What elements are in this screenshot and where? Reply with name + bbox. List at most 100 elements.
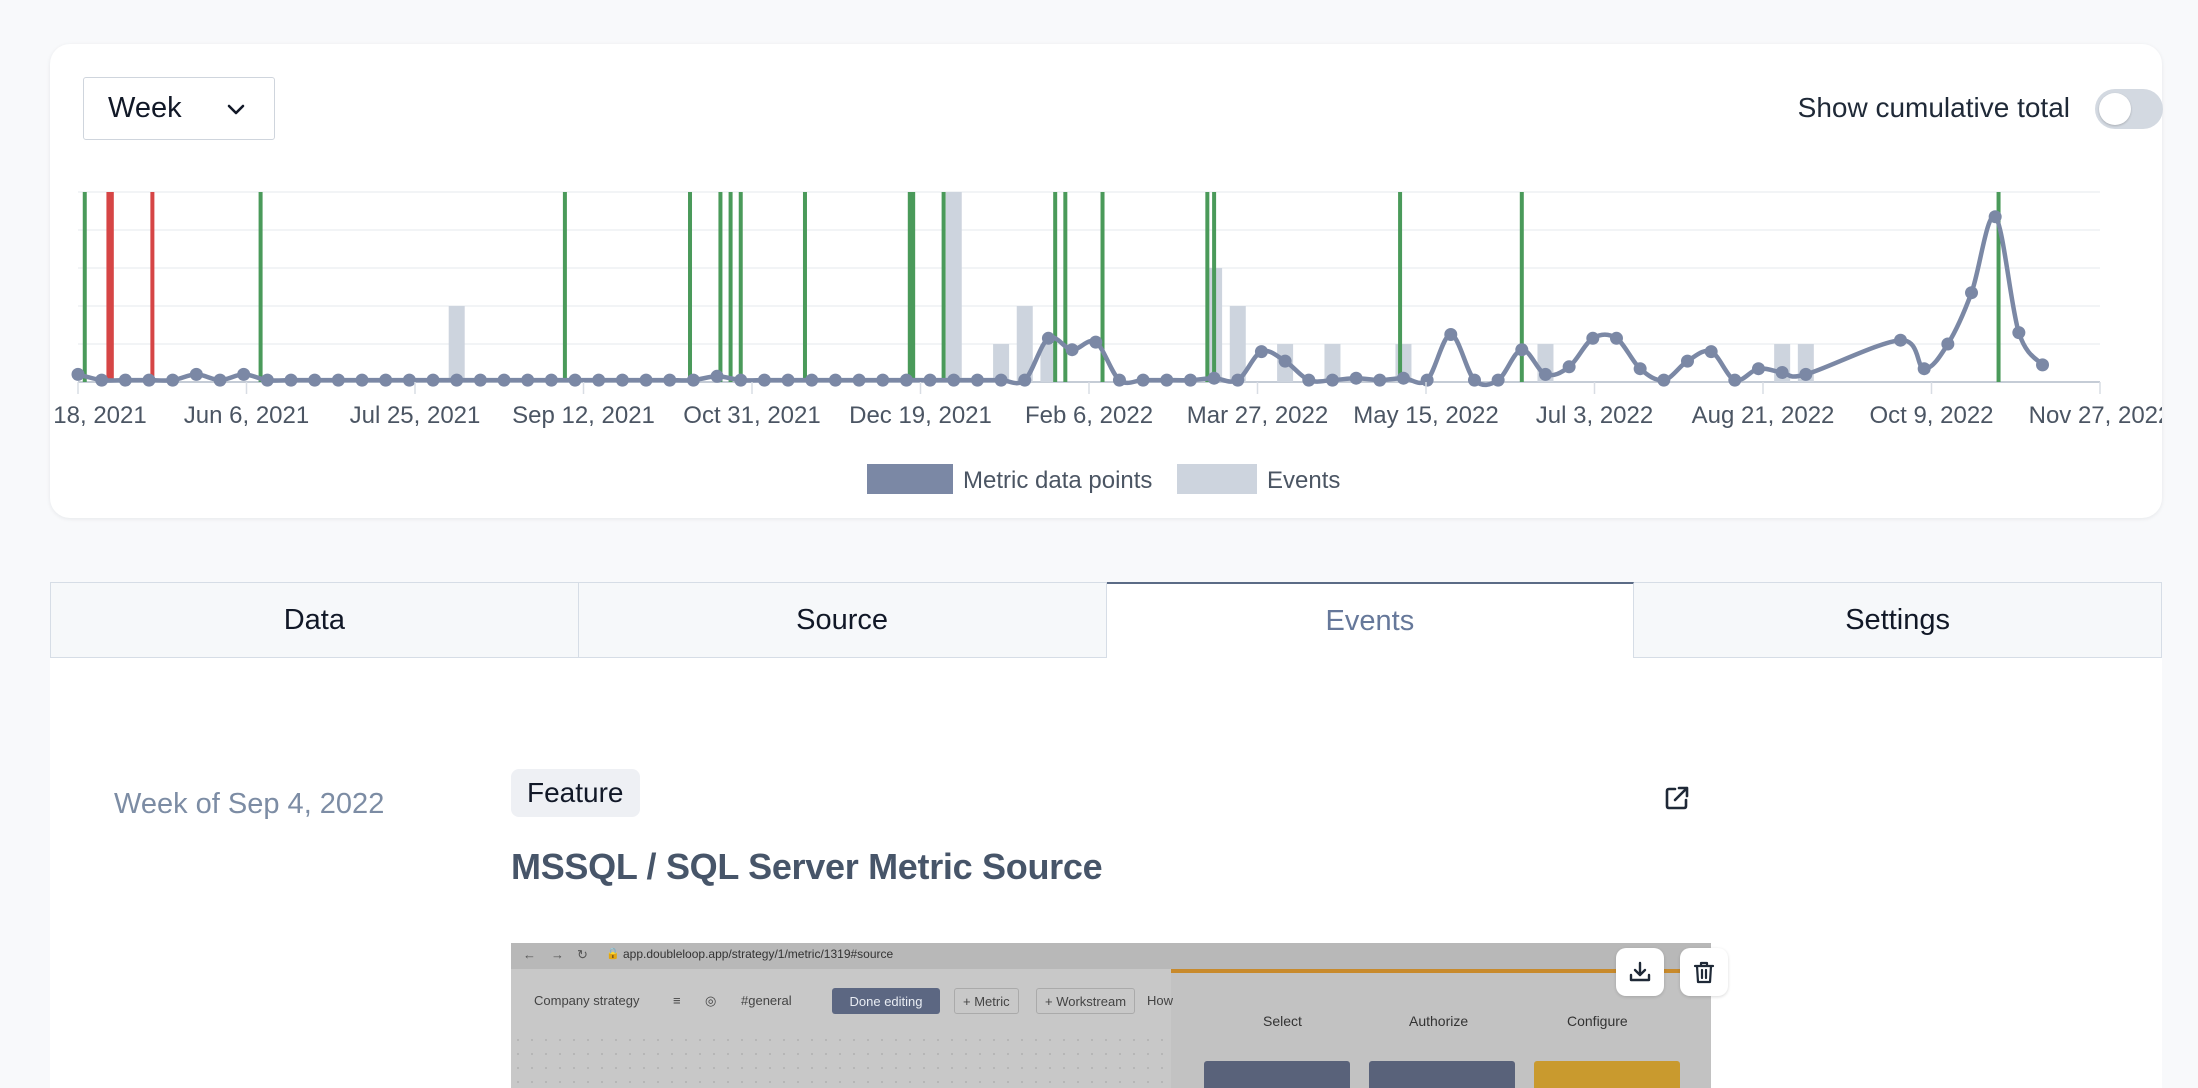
- metric-point: [1538, 367, 1552, 381]
- metric-point: [1112, 373, 1126, 387]
- metric-point: [1183, 373, 1197, 387]
- x-tick-label: Mar 27, 2022: [1187, 402, 1328, 429]
- screenshot-strategy-label: Company strategy: [534, 993, 640, 1008]
- event-bar: [448, 306, 465, 382]
- metric-point: [1444, 328, 1458, 341]
- x-tick-label: Oct 31, 2021: [683, 402, 820, 429]
- forward-icon: →: [551, 947, 564, 962]
- metric-point: [1041, 331, 1055, 345]
- event-week-label: Week of Sep 4, 2022: [114, 788, 385, 820]
- metric-point: [805, 373, 819, 387]
- chart-grid: [78, 191, 2100, 383]
- legend-swatch-metric: [867, 464, 953, 494]
- event-bar: [1229, 306, 1246, 382]
- metric-point: [260, 373, 274, 387]
- metric-point: [2012, 326, 2026, 340]
- screenshot-channel-label: #general: [741, 993, 792, 1008]
- metric-point: [1728, 373, 1742, 387]
- metric-point: [852, 373, 866, 387]
- event-bars: [448, 192, 1814, 382]
- metric-point: [142, 373, 156, 387]
- metric-point: [757, 373, 771, 387]
- tab-events[interactable]: Events: [1106, 582, 1635, 658]
- metric-point: [1349, 371, 1363, 385]
- metric-point: [592, 373, 606, 387]
- event-screenshot: ← → ↻ 🔒 app.doubleloop.app/strategy/1/me…: [511, 943, 1711, 1088]
- metric-point: [544, 373, 558, 387]
- metric-point: [1396, 371, 1410, 385]
- metric-point: [994, 373, 1008, 387]
- metric-point: [473, 373, 487, 387]
- event-type-badge: Feature: [511, 769, 640, 817]
- screenshot-option-2: [1369, 1061, 1515, 1088]
- metric-point: [284, 373, 298, 387]
- metric-point: [1680, 354, 1694, 368]
- metric-point: [970, 373, 984, 387]
- tab-data[interactable]: Data: [50, 582, 579, 658]
- metric-point: [1775, 366, 1789, 379]
- metric-point: [1751, 362, 1765, 376]
- metric-point: [1917, 362, 1931, 376]
- lock-icon: 🔒: [606, 948, 620, 960]
- legend-label-events: Events: [1267, 467, 1340, 494]
- screenshot-step-select: Select: [1263, 1013, 1302, 1029]
- download-icon: [1629, 961, 1651, 982]
- metric-point: [95, 373, 109, 387]
- metric-point: [521, 373, 535, 387]
- metric-point: [686, 373, 700, 387]
- x-tick-label: Sep 12, 2021: [512, 402, 655, 429]
- metric-point: [1633, 362, 1647, 376]
- screenshot-how-label: How: [1147, 993, 1174, 1008]
- tab-source[interactable]: Source: [578, 582, 1107, 658]
- reload-icon: ↻: [577, 947, 588, 962]
- tab-settings[interactable]: Settings: [1634, 582, 2162, 658]
- metric-point: [402, 373, 416, 387]
- screenshot-canvas: [511, 1033, 1171, 1088]
- metric-point: [497, 373, 511, 387]
- metric-point: [710, 369, 724, 383]
- x-tick-label: Dec 19, 2021: [849, 402, 992, 429]
- x-tick-label: Aug 21, 2022: [1692, 402, 1835, 429]
- metric-point: [308, 373, 322, 387]
- x-tick-label: Feb 6, 2022: [1025, 402, 1153, 429]
- metric-point: [923, 373, 937, 387]
- metric-point: [828, 373, 842, 387]
- metric-point: [1018, 373, 1032, 387]
- chart-card: Week Show cumulative total Apr 18, 2021J…: [50, 44, 2163, 518]
- screenshot-workstream-button: + Workstream: [1036, 988, 1136, 1014]
- metric-point: [1302, 373, 1316, 387]
- metric-point: [1160, 373, 1174, 387]
- trash-icon: [1693, 961, 1715, 984]
- metric-point: [1278, 354, 1292, 368]
- external-link-icon[interactable]: [1662, 783, 1692, 813]
- delete-button[interactable]: [1680, 948, 1728, 996]
- metric-point: [1231, 373, 1245, 387]
- x-tick-label: Jul 25, 2021: [350, 402, 481, 429]
- metric-point: [1894, 333, 1908, 347]
- metric-point: [426, 373, 440, 387]
- download-button[interactable]: [1616, 948, 1664, 996]
- screenshot-option-1: [1204, 1061, 1350, 1088]
- metric-point: [450, 373, 464, 387]
- screenshot-option-3: [1534, 1061, 1680, 1088]
- x-tick-label: May 15, 2022: [1353, 402, 1498, 429]
- legend-swatch-events: [1177, 464, 1257, 494]
- metric-point: [568, 373, 582, 387]
- x-tick-label: Nov 27, 2022: [2029, 402, 2162, 429]
- event-title: MSSQL / SQL Server Metric Source: [511, 846, 1103, 887]
- metric-point: [1325, 373, 1339, 387]
- chart-legend: Metric data points Events: [867, 464, 1340, 494]
- metric-point: [876, 373, 890, 387]
- metric-point: [1373, 373, 1387, 387]
- metric-point: [1965, 286, 1979, 300]
- screenshot-url: app.doubleloop.app/strategy/1/metric/131…: [623, 947, 894, 961]
- detail-tabs: Data Source Events Settings: [50, 582, 2162, 658]
- metric-point: [1136, 373, 1150, 387]
- metric-point: [663, 373, 677, 387]
- metric-point: [213, 373, 227, 387]
- metric-point: [1609, 331, 1623, 345]
- metric-point: [331, 373, 345, 387]
- screenshot-metric-button: + Metric: [954, 988, 1019, 1014]
- metric-point: [1586, 331, 1600, 345]
- metric-points: [71, 210, 2050, 387]
